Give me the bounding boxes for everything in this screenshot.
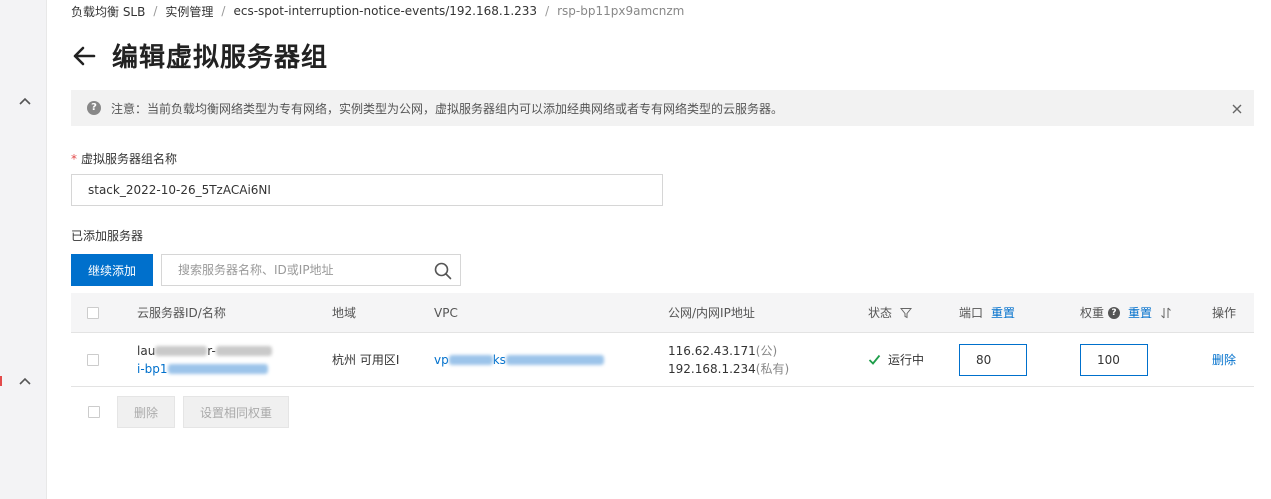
row-cell-select bbox=[87, 333, 99, 386]
row-cell-port bbox=[959, 333, 1027, 386]
batch-delete-button[interactable]: 删除 bbox=[117, 396, 175, 428]
port-header-label: 端口 bbox=[959, 306, 984, 320]
page-header: 编辑虚拟服务器组 bbox=[71, 37, 328, 74]
public-ip-tag: (公) bbox=[755, 343, 778, 358]
group-name-label-text: 虚拟服务器组名称 bbox=[81, 152, 178, 166]
group-name-input[interactable] bbox=[71, 174, 663, 206]
redacted-mask bbox=[155, 346, 208, 356]
header-cell-select bbox=[87, 293, 99, 332]
header-cell-region: 地域 bbox=[332, 306, 357, 320]
port-reset-link[interactable]: 重置 bbox=[991, 304, 1015, 321]
table-footer: 删除 设置相同权重 bbox=[71, 388, 1254, 436]
redacted-mask bbox=[505, 354, 604, 365]
private-ip: 192.168.1.234(私有) bbox=[668, 360, 789, 378]
breadcrumb-separator: / bbox=[545, 4, 550, 18]
table-row: lau r- i-bp1 杭州 可用区I vp ks 116.62.43.171(公… bbox=[71, 333, 1254, 387]
breadcrumb-item-slb[interactable]: 负载均衡 SLB bbox=[71, 3, 145, 20]
weight-header-label: 权重 bbox=[1080, 306, 1105, 320]
chevron-up-icon[interactable] bbox=[18, 374, 32, 388]
select-all-checkbox[interactable] bbox=[87, 306, 99, 319]
close-icon[interactable] bbox=[1232, 103, 1242, 114]
header-cell-status: 状态 bbox=[868, 293, 913, 332]
public-ip: 116.62.43.171(公) bbox=[668, 342, 777, 360]
group-name-label: * 虚拟服务器组名称 bbox=[71, 150, 177, 167]
header-cell-action: 操作 bbox=[1212, 306, 1237, 320]
header-cell-port: 端口 重置 bbox=[959, 293, 1015, 332]
page-title: 编辑虚拟服务器组 bbox=[112, 43, 329, 73]
port-input[interactable] bbox=[959, 343, 1027, 376]
breadcrumb: 负载均衡 SLB / 实例管理 / ecs-spot-interruption-… bbox=[71, 3, 684, 19]
header-cell-server: 云服务器ID/名称 bbox=[137, 306, 226, 320]
server-id-visible: i-bp1 bbox=[137, 361, 168, 376]
header-cell-ip: 公网/内网IP地址 bbox=[668, 306, 755, 320]
row-cell-ip: 116.62.43.171(公) 192.168.1.234(私有) bbox=[668, 333, 789, 386]
search-box bbox=[161, 254, 461, 286]
breadcrumb-separator: / bbox=[153, 4, 158, 18]
status-header-label: 状态 bbox=[868, 306, 893, 320]
row-cell-region: 杭州 可用区I bbox=[332, 353, 400, 367]
server-table: 云服务器ID/名称 地域 VPC 公网/内网IP地址 状态 端口 重置 权重 ?… bbox=[71, 293, 1254, 387]
redacted-mask bbox=[167, 364, 268, 374]
row-cell-status: 运行中 bbox=[868, 333, 924, 386]
footer-select-checkbox[interactable] bbox=[88, 406, 100, 418]
active-marker bbox=[0, 376, 2, 386]
search-input[interactable] bbox=[162, 255, 422, 285]
vpc-link[interactable]: vp ks bbox=[434, 333, 604, 386]
required-mark: * bbox=[71, 152, 77, 166]
breadcrumb-item-current: rsp-bp11px9amcnzm bbox=[557, 4, 685, 18]
server-name: lau r- bbox=[137, 342, 272, 360]
row-checkbox[interactable] bbox=[87, 353, 99, 366]
breadcrumb-item-instances[interactable]: 实例管理 bbox=[165, 3, 213, 20]
public-ip-value: 116.62.43.171 bbox=[668, 343, 756, 358]
chevron-up-icon[interactable] bbox=[18, 94, 32, 108]
private-ip-value: 192.168.1.234 bbox=[668, 361, 756, 376]
table-header: 云服务器ID/名称 地域 VPC 公网/内网IP地址 状态 端口 重置 权重 ?… bbox=[71, 293, 1254, 333]
row-cell-weight bbox=[1080, 333, 1148, 386]
weight-input[interactable] bbox=[1080, 343, 1148, 376]
check-icon bbox=[868, 353, 881, 366]
back-arrow-icon[interactable] bbox=[71, 43, 97, 69]
header-cell-vpc: VPC bbox=[434, 305, 458, 320]
vpc-visible: vp bbox=[434, 352, 449, 367]
server-id-link[interactable]: i-bp1 bbox=[137, 360, 268, 378]
redacted-mask bbox=[215, 346, 272, 356]
help-icon[interactable]: ? bbox=[1108, 306, 1121, 319]
add-more-button[interactable]: 继续添加 bbox=[71, 254, 153, 286]
row-cell-server: lau r- i-bp1 bbox=[137, 333, 272, 386]
server-name-visible: lau bbox=[137, 343, 156, 358]
set-same-weight-button[interactable]: 设置相同权重 bbox=[183, 396, 289, 428]
notice-text: 注意：当前负载均衡网络类型为专有网络，实例类型为公网，虚拟服务器组内可以添加经典… bbox=[111, 101, 784, 116]
redacted-mask bbox=[448, 354, 493, 365]
help-icon: ? bbox=[87, 101, 101, 115]
notice-banner: ? 注意：当前负载均衡网络类型为专有网络，实例类型为公网，虚拟服务器组内可以添加… bbox=[71, 90, 1254, 126]
left-sidebar bbox=[0, 0, 47, 499]
header-cell-weight: 权重 ? 重置 bbox=[1080, 293, 1172, 332]
breadcrumb-separator: / bbox=[221, 4, 226, 18]
weight-reset-link[interactable]: 重置 bbox=[1128, 304, 1152, 321]
search-icon[interactable] bbox=[434, 262, 452, 280]
vpc-visible-mid: ks bbox=[492, 352, 506, 367]
delete-link[interactable]: 删除 bbox=[1212, 333, 1236, 386]
private-ip-tag: (私有) bbox=[755, 361, 790, 376]
status-text: 运行中 bbox=[888, 353, 925, 367]
breadcrumb-item-instance[interactable]: ecs-spot-interruption-notice-events/192.… bbox=[233, 4, 537, 18]
added-servers-label: 已添加服务器 bbox=[71, 229, 144, 243]
filter-icon[interactable] bbox=[899, 307, 913, 319]
sort-icon[interactable] bbox=[1160, 307, 1172, 319]
server-name-visible-mid: r- bbox=[207, 343, 216, 358]
